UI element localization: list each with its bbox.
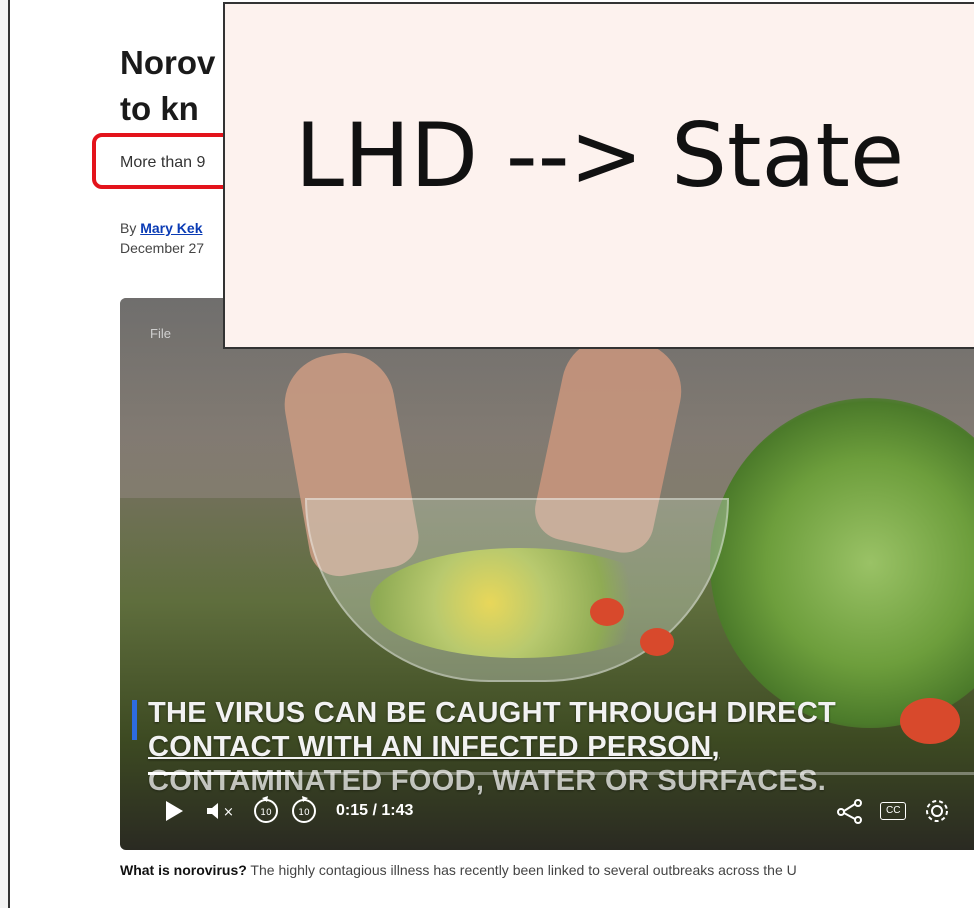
video-controls: × 10 10 0:15 / 1:43 CC xyxy=(120,790,974,836)
video-description-text: The highly contagious illness has recent… xyxy=(246,862,797,878)
caption-accent-bar xyxy=(132,700,137,740)
current-time: 0:15 xyxy=(336,802,369,819)
video-frame-tomato xyxy=(900,698,960,744)
video-progress-fill xyxy=(148,772,295,775)
annotation-overlay-text: LHD --> State xyxy=(295,104,905,207)
video-frame-tomato xyxy=(640,628,674,656)
video-frame-salad xyxy=(370,548,670,658)
forward-10-icon[interactable]: 10 xyxy=(290,796,318,830)
play-icon[interactable] xyxy=(164,800,184,828)
share-icon[interactable] xyxy=(836,798,864,830)
svg-text:10: 10 xyxy=(298,808,310,818)
video-frame-tomato xyxy=(590,598,624,626)
video-player[interactable]: File THE VIRUS CAN BE CAUGHT THROUGH DIR… xyxy=(120,298,974,850)
svg-text:×: × xyxy=(223,805,234,820)
headline-line-1: Norov xyxy=(120,44,216,81)
svg-text:10: 10 xyxy=(260,808,272,818)
caption-line-2: CONTACT WITH AN INFECTED PERSON, xyxy=(148,731,720,763)
video-caption-overlay: THE VIRUS CAN BE CAUGHT THROUGH DIRECT C… xyxy=(148,696,836,798)
publish-date: December 27 xyxy=(120,240,205,256)
caption-line-1: THE VIRUS CAN BE CAUGHT THROUGH DIRECT xyxy=(148,697,837,729)
author-link[interactable]: Mary Kek xyxy=(140,220,202,236)
headline-line-2: to kn xyxy=(120,90,199,127)
settings-gear-icon[interactable] xyxy=(924,798,950,830)
byline: By Mary Kek December 27 xyxy=(120,218,204,258)
window-frame xyxy=(0,0,10,908)
article-headline: Norov to kn xyxy=(120,40,215,132)
video-description: What is norovirus? The highly contagious… xyxy=(120,862,797,878)
mute-icon[interactable]: × xyxy=(206,801,236,827)
video-time: 0:15 / 1:43 xyxy=(336,802,413,820)
rewind-10-icon[interactable]: 10 xyxy=(252,796,280,830)
video-file-label: File xyxy=(150,326,171,341)
duration: / 1:43 xyxy=(372,802,414,819)
video-description-title: What is norovirus? xyxy=(120,862,247,878)
closed-captions-button[interactable]: CC xyxy=(880,802,907,820)
annotation-overlay-box: LHD --> State xyxy=(223,2,974,349)
byline-prefix: By xyxy=(120,220,137,236)
video-progress-bar[interactable] xyxy=(148,772,974,775)
